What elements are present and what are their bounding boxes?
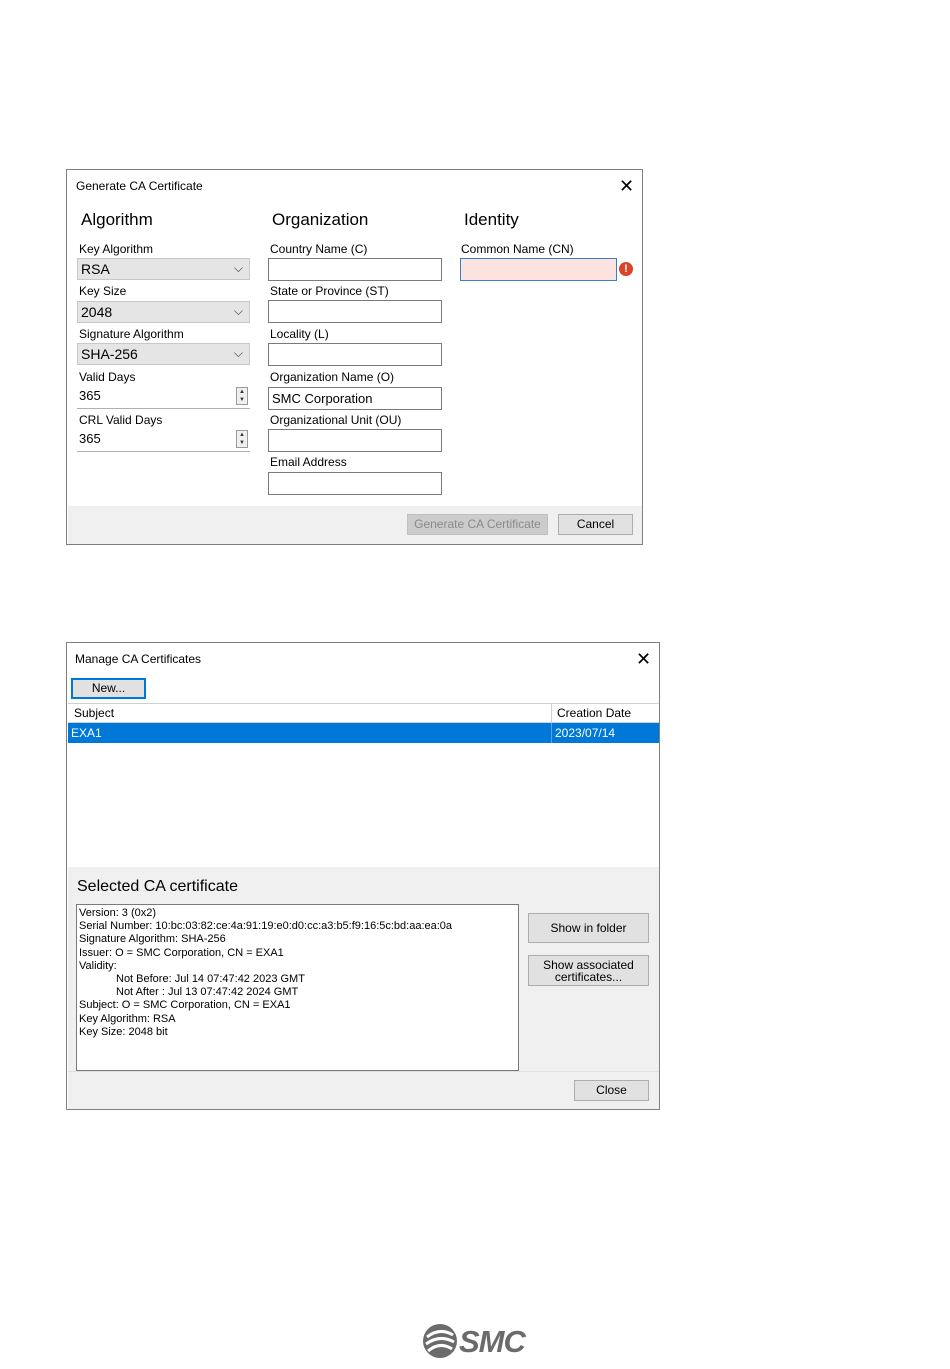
state-province-field[interactable] (268, 300, 442, 323)
valid-days-value: 365 (79, 388, 101, 403)
dialog-footer (68, 506, 642, 544)
new-button[interactable]: New... (71, 678, 146, 699)
common-name-field[interactable] (460, 258, 617, 281)
organization-name-field[interactable]: SMC Corporation (268, 387, 442, 410)
key-algorithm-value: RSA (81, 261, 110, 277)
column-divider (551, 723, 552, 743)
spin-arrows-icon[interactable]: ▲ ▼ (236, 430, 248, 448)
dialog-title: Generate CA Certificate (76, 179, 203, 193)
key-size-select[interactable]: 2048 ⌵ (77, 301, 250, 323)
country-name-label: Country Name (C) (270, 242, 368, 256)
error-icon: ! (619, 262, 633, 276)
country-name-field[interactable] (268, 258, 442, 281)
crl-valid-days-stepper[interactable]: 365 ▲ ▼ (77, 429, 250, 452)
detail-line: Not Before: Jul 14 07:47:42 2023 GMT (116, 973, 305, 986)
show-in-folder-button[interactable]: Show in folder (528, 913, 649, 943)
crl-valid-days-label: CRL Valid Days (79, 413, 163, 427)
locality-label: Locality (L) (270, 327, 329, 341)
certificate-details[interactable]: Version: 3 (0x2) Serial Number: 10:bc:03… (76, 904, 519, 1071)
close-button[interactable]: Close (574, 1080, 649, 1101)
table-row[interactable]: EXA1 2023/07/14 (68, 723, 659, 743)
detail-line: Subject: O = SMC Corporation, CN = EXA1 (79, 999, 291, 1012)
dialog-title: Manage CA Certificates (75, 652, 202, 666)
column-subject[interactable]: Subject (74, 706, 114, 720)
generate-ca-certificate-button[interactable]: Generate CA Certificate (407, 514, 548, 535)
organizational-unit-field[interactable] (268, 429, 442, 452)
organization-heading: Organization (272, 210, 369, 229)
email-address-field[interactable] (268, 472, 442, 495)
chevron-down-icon: ⌵ (233, 261, 243, 275)
state-province-label: State or Province (ST) (270, 284, 389, 298)
cancel-button[interactable]: Cancel (558, 514, 633, 535)
detail-line: Key Algorithm: RSA (79, 1012, 176, 1025)
generate-ca-certificate-dialog: Generate CA Certificate ✕ Algorithm Key … (66, 169, 643, 545)
smc-logo: SMC (421, 1322, 531, 1362)
show-associated-certificates-button[interactable]: Show associated certificates... (528, 955, 649, 986)
detail-line: Not After : Jul 13 07:47:42 2024 GMT (116, 986, 299, 999)
key-algorithm-select[interactable]: RSA ⌵ (77, 258, 250, 280)
cell-subject: EXA1 (71, 726, 102, 740)
organizational-unit-label: Organizational Unit (OU) (270, 413, 402, 427)
organization-name-label: Organization Name (O) (270, 370, 395, 384)
locality-field[interactable] (268, 343, 442, 366)
smc-logo-icon (423, 1324, 457, 1358)
signature-algorithm-value: SHA-256 (81, 346, 138, 362)
manage-ca-certificates-dialog: Manage CA Certificates ✕ New... Subject … (66, 642, 660, 1110)
detail-line: Version: 3 (0x2) (79, 907, 157, 919)
email-address-label: Email Address (270, 455, 347, 469)
key-algorithm-label: Key Algorithm (79, 242, 154, 256)
column-creation-date[interactable]: Creation Date (557, 706, 631, 720)
algorithm-heading: Algorithm (81, 210, 153, 229)
common-name-label: Common Name (CN) (461, 242, 574, 256)
close-icon[interactable]: ✕ (619, 177, 634, 195)
signature-algorithm-select[interactable]: SHA-256 ⌵ (77, 343, 250, 365)
button-line: certificates... (554, 970, 623, 984)
detail-line: Key Size: 2048 bit (79, 1025, 168, 1038)
detail-line: Signature Algorithm: SHA-256 (79, 933, 226, 946)
chevron-down-icon: ⌵ (233, 346, 243, 360)
valid-days-stepper[interactable]: 365 ▲ ▼ (77, 386, 250, 409)
key-size-label: Key Size (79, 284, 127, 298)
footer-divider (68, 1071, 659, 1072)
detail-line: Validity: (79, 959, 117, 972)
cell-date: 2023/07/14 (555, 726, 616, 740)
detail-line: Serial Number: 10:bc:03:82:ce:4a:91:19:e… (79, 920, 453, 933)
chevron-down-icon: ⌵ (233, 304, 243, 318)
selected-heading: Selected CA certificate (77, 878, 238, 895)
signature-algorithm-label: Signature Algorithm (79, 327, 184, 341)
key-size-value: 2048 (81, 304, 113, 320)
column-divider (551, 704, 552, 722)
detail-line: Issuer: O = SMC Corporation, CN = EXA1 (79, 946, 284, 959)
smc-logo-text: SMC (459, 1324, 526, 1359)
close-icon[interactable]: ✕ (636, 650, 651, 668)
certificate-list[interactable]: Subject Creation Date EXA1 2023/07/14 (68, 703, 659, 866)
identity-heading: Identity (464, 210, 519, 229)
list-header: Subject Creation Date (68, 704, 659, 723)
crl-valid-days-value: 365 (79, 431, 101, 446)
valid-days-label: Valid Days (79, 370, 136, 384)
spin-arrows-icon[interactable]: ▲ ▼ (236, 387, 248, 405)
